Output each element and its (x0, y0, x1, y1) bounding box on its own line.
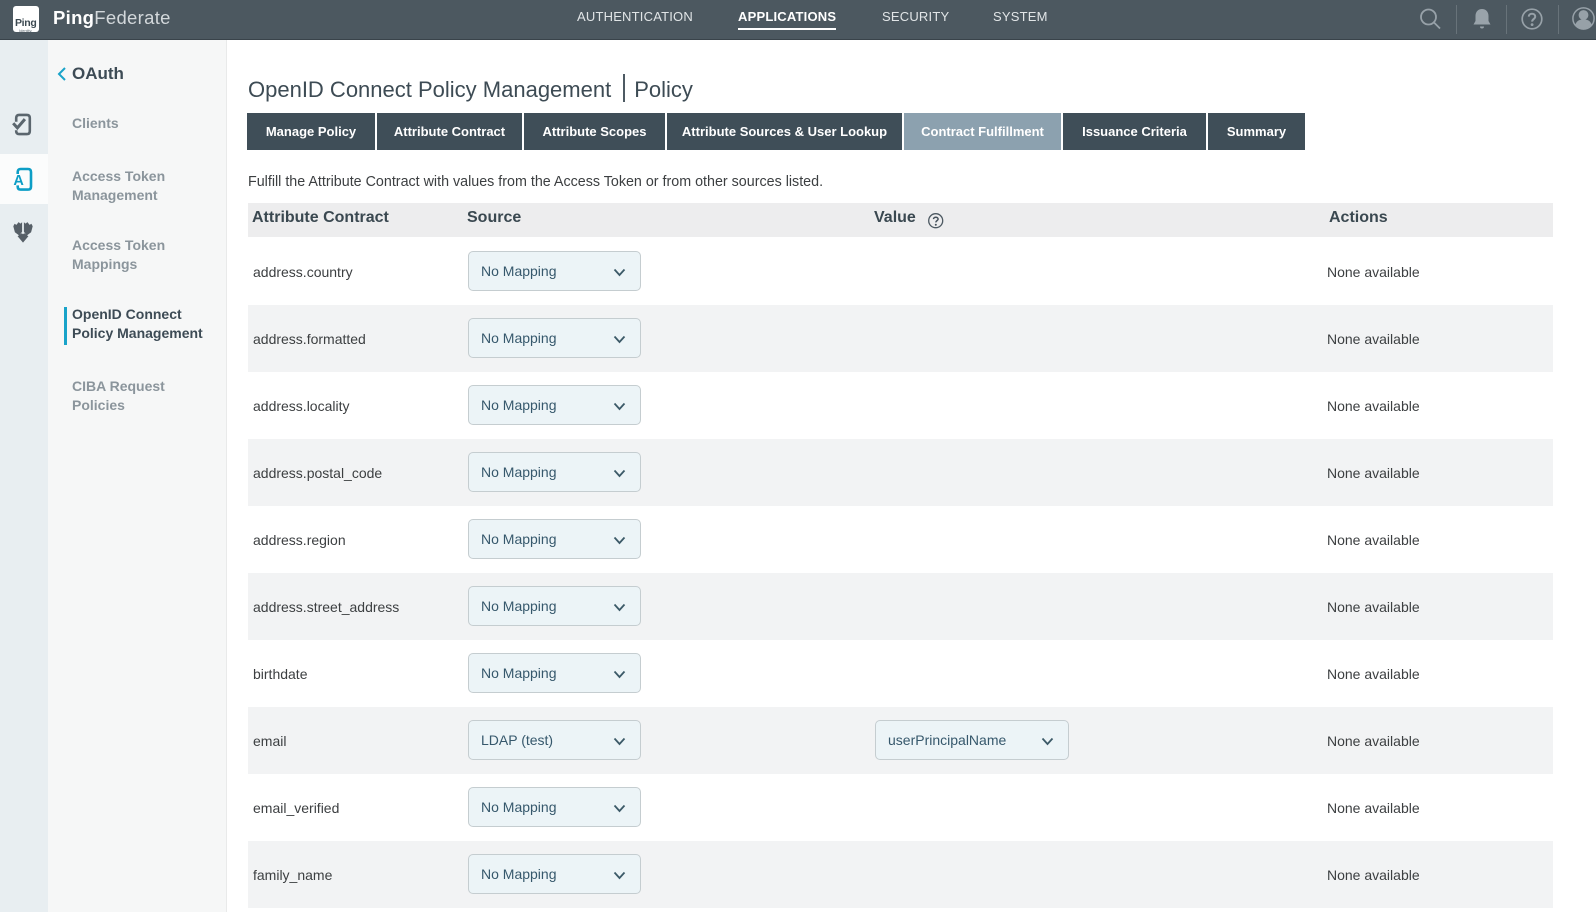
svg-text:A: A (13, 173, 24, 189)
